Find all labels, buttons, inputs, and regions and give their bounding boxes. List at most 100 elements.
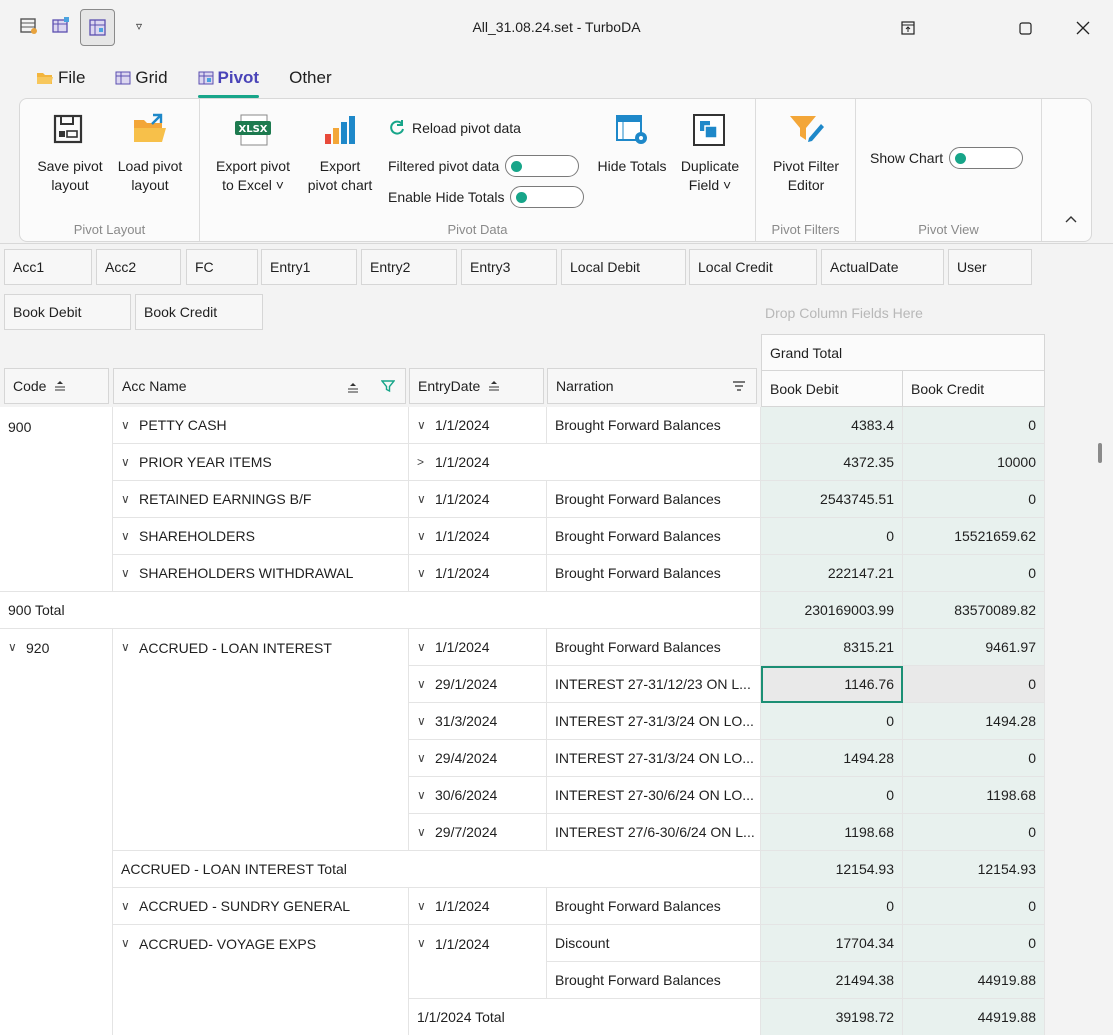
chevron-down-icon[interactable]: ∨ <box>121 529 131 543</box>
export-excel-button[interactable]: XLSX Export pivot to Excel ˅ <box>210 111 296 195</box>
chevron-down-icon[interactable]: ∨ <box>121 936 131 950</box>
cell-book-credit[interactable]: 10000 <box>903 444 1045 481</box>
row-date[interactable]: ∨ 1/1/2024 <box>409 629 547 666</box>
chevron-down-icon[interactable]: ∨ <box>417 899 427 913</box>
cell-book-debit[interactable]: 0 <box>761 777 903 814</box>
row-code-900[interactable]: 900 <box>0 407 113 592</box>
cell-book-credit[interactable]: 0 <box>903 814 1045 851</box>
date-total-credit[interactable]: 44919.88 <box>903 999 1045 1035</box>
cell-book-credit[interactable]: 0 <box>903 925 1045 962</box>
total-900-debit[interactable]: 230169003.99 <box>761 592 903 629</box>
cell-book-debit[interactable]: 1494.28 <box>761 740 903 777</box>
field-entry1[interactable]: Entry1 <box>261 249 357 285</box>
row-date[interactable]: ∨ 30/6/2024 <box>409 777 547 814</box>
collapse-ribbon-icon[interactable] <box>1065 210 1077 227</box>
row-date[interactable]: ∨ 1/1/2024 <box>409 888 547 925</box>
duplicate-field-button[interactable]: Duplicate Field ˅ <box>672 111 748 195</box>
row-code-920[interactable]: ∨ 920 <box>0 629 113 1035</box>
row-acc-accrued-voyage[interactable]: ∨ ACCRUED- VOYAGE EXPS <box>113 925 409 1035</box>
cell-book-debit[interactable]: 8315.21 <box>761 629 903 666</box>
cell-book-credit[interactable]: 0 <box>903 555 1045 592</box>
field-local-debit[interactable]: Local Debit <box>561 249 686 285</box>
row-narration[interactable]: INTEREST 27-31/12/23 ON L... <box>547 666 761 703</box>
field-acc2[interactable]: Acc2 <box>96 249 181 285</box>
chevron-down-icon[interactable]: ∨ <box>417 714 427 728</box>
cell-book-credit[interactable]: 15521659.62 <box>903 518 1045 555</box>
chevron-down-icon[interactable]: ∨ <box>417 640 427 654</box>
row-acc-shareholders-withdrawal[interactable]: ∨ SHAREHOLDERS WITHDRAWAL <box>113 555 409 592</box>
cell-book-credit[interactable]: 0 <box>903 481 1045 518</box>
row-acc-retained-earnings[interactable]: ∨ RETAINED EARNINGS B/F <box>113 481 409 518</box>
filter-active-icon[interactable] <box>380 379 396 396</box>
row-narration[interactable]: INTEREST 27-31/3/24 ON LO... <box>547 703 761 740</box>
filtered-pivot-data-toggle[interactable] <box>505 155 580 177</box>
hide-totals-button[interactable]: Hide Totals <box>592 111 672 176</box>
row-narration[interactable]: Brought Forward Balances <box>547 629 761 666</box>
cell-book-credit[interactable]: 1494.28 <box>903 703 1045 740</box>
cell-book-debit[interactable]: 2543745.51 <box>761 481 903 518</box>
chevron-down-icon[interactable]: ∨ <box>417 788 427 802</box>
row-narration[interactable]: INTEREST 27/6-30/6/24 ON L... <box>547 814 761 851</box>
chevron-down-icon[interactable]: ∨ <box>121 418 131 432</box>
row-date[interactable]: >1/1/2024 <box>409 444 761 481</box>
chevron-down-icon[interactable]: ∨ <box>417 566 427 580</box>
field-local-credit[interactable]: Local Credit <box>689 249 817 285</box>
cell-book-credit[interactable]: 1198.68 <box>903 777 1045 814</box>
field-user[interactable]: User <box>948 249 1032 285</box>
column-drop-zone[interactable]: Drop Column Fields Here <box>765 305 923 321</box>
total-900-credit[interactable]: 83570089.82 <box>903 592 1045 629</box>
row-acc-accrued-loan-interest[interactable]: ∨ ACCRUED - LOAN INTEREST <box>113 629 409 851</box>
field-acc1[interactable]: Acc1 <box>4 249 92 285</box>
chevron-right-icon[interactable]: > <box>417 455 427 469</box>
cell-book-credit[interactable]: 44919.88 <box>903 962 1045 999</box>
cell-book-debit[interactable]: 17704.34 <box>761 925 903 962</box>
row-header-narration[interactable]: Narration <box>547 368 757 404</box>
chevron-down-icon[interactable]: ∨ <box>121 455 131 469</box>
book-credit-column-header[interactable]: Book Credit <box>902 370 1045 407</box>
tab-file[interactable]: File <box>36 64 85 92</box>
vertical-scrollbar[interactable] <box>1098 443 1102 463</box>
filter-lines-icon[interactable] <box>732 379 746 395</box>
field-entry3[interactable]: Entry3 <box>461 249 557 285</box>
chevron-down-icon[interactable]: ∨ <box>121 492 131 506</box>
row-narration[interactable]: INTEREST 27-31/3/24 ON LO... <box>547 740 761 777</box>
data-field-book-debit[interactable]: Book Debit <box>4 294 131 330</box>
tab-pivot[interactable]: Pivot <box>197 64 259 98</box>
row-header-acc-name[interactable]: Acc Name <box>113 368 406 404</box>
row-date[interactable]: ∨ 31/3/2024 <box>409 703 547 740</box>
cell-book-debit[interactable]: 4383.4 <box>761 407 903 444</box>
acc-total-credit[interactable]: 12154.93 <box>903 851 1045 888</box>
row-header-entrydate[interactable]: EntryDate <box>409 368 544 404</box>
row-narration[interactable]: Brought Forward Balances <box>547 481 761 518</box>
chevron-down-icon[interactable]: ∨ <box>417 825 427 839</box>
cell-book-debit[interactable]: 0 <box>761 518 903 555</box>
row-date[interactable]: ∨ 29/1/2024 <box>409 666 547 703</box>
cell-book-debit-selected[interactable]: 1146.76 <box>761 666 903 703</box>
row-date[interactable]: ∨ 1/1/2024 <box>409 481 547 518</box>
row-narration[interactable]: Brought Forward Balances <box>547 888 761 925</box>
row-header-code[interactable]: Code <box>4 368 109 404</box>
book-debit-column-header[interactable]: Book Debit <box>761 370 903 407</box>
row-date[interactable]: ∨ 1/1/2024 <box>409 925 547 999</box>
tab-grid[interactable]: Grid <box>115 64 168 92</box>
restore-icon[interactable] <box>893 14 923 42</box>
row-date[interactable]: ∨ 29/4/2024 <box>409 740 547 777</box>
cell-book-credit[interactable]: 0 <box>903 888 1045 925</box>
row-acc-shareholders[interactable]: ∨ SHAREHOLDERS <box>113 518 409 555</box>
cell-book-credit[interactable]: 0 <box>903 407 1045 444</box>
export-chart-button[interactable]: Export pivot chart <box>300 111 380 195</box>
chevron-down-icon[interactable]: ∨ <box>8 640 18 654</box>
row-date[interactable]: ∨ 1/1/2024 <box>409 407 547 444</box>
field-actualdate[interactable]: ActualDate <box>821 249 944 285</box>
row-narration[interactable]: Brought Forward Balances <box>547 555 761 592</box>
load-pivot-layout-button[interactable]: Load pivot layout <box>112 111 188 195</box>
row-acc-prior-year-items[interactable]: ∨ PRIOR YEAR ITEMS <box>113 444 409 481</box>
chevron-down-icon[interactable]: ∨ <box>417 492 427 506</box>
row-date[interactable]: ∨ 1/1/2024 <box>409 555 547 592</box>
cell-book-debit[interactable]: 0 <box>761 703 903 740</box>
row-narration[interactable]: INTEREST 27-30/6/24 ON LO... <box>547 777 761 814</box>
enable-hide-totals-toggle[interactable] <box>510 186 585 208</box>
show-chart-toggle[interactable] <box>949 147 1024 169</box>
cell-book-debit[interactable]: 1198.68 <box>761 814 903 851</box>
reload-pivot-data-button[interactable]: Reload pivot data <box>388 119 521 137</box>
